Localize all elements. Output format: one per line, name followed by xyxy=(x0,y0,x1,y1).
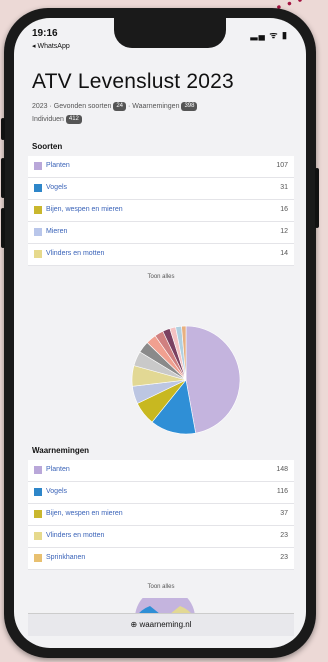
color-swatch xyxy=(34,184,42,192)
page-title: ATV Levenslust 2023 xyxy=(32,70,234,93)
list-item[interactable]: Vlinders en motten 14 xyxy=(28,244,294,266)
color-swatch xyxy=(34,228,42,236)
list-item-label: Mieren xyxy=(46,228,68,235)
pie-slice xyxy=(185,325,241,434)
color-swatch xyxy=(34,510,42,518)
phone-frame: 19:16 ▂▄ ᯤ ▮ ◂ WhatsApp ATV Levenslust 2… xyxy=(1,8,319,658)
list-item[interactable]: Planten 107 xyxy=(28,156,294,178)
list-item[interactable]: Vlinders en motten 23 xyxy=(28,526,294,548)
color-swatch xyxy=(34,532,42,540)
list-item-label: Vogels xyxy=(46,488,68,495)
list-item[interactable]: Vogels 116 xyxy=(28,482,294,504)
meta-text-3: Individuen xyxy=(32,116,64,123)
meta-text-1: 2023 · Gevonden soorten xyxy=(32,103,112,110)
volume-down-button xyxy=(1,208,5,248)
list-item-label: Bijen, wespen en mieren xyxy=(46,510,123,517)
meta-text-2: · Waarnemingen xyxy=(127,103,180,110)
list-item-count: 107 xyxy=(276,162,288,169)
address-text: ⊕ waarneming.nl xyxy=(130,620,192,629)
list-item-count: 37 xyxy=(280,510,288,517)
list-item[interactable]: Planten 148 xyxy=(28,460,294,482)
color-swatch xyxy=(34,162,42,170)
list-item-count: 16 xyxy=(280,206,288,213)
volume-up-button xyxy=(1,158,5,198)
browser-address-bar[interactable]: ⊕ waarneming.nl xyxy=(28,613,294,636)
individuals-count-badge: 412 xyxy=(65,114,82,124)
list-item-count: 31 xyxy=(280,184,288,191)
status-time: 19:16 xyxy=(32,28,58,39)
list-item-count: 148 xyxy=(276,466,288,473)
status-icons: ▂▄ ᯤ ▮ xyxy=(250,30,288,40)
list-item[interactable]: Sprinkhanen 23 xyxy=(28,548,294,570)
back-to-app-link[interactable]: ◂ WhatsApp xyxy=(32,42,70,50)
list-item[interactable]: Mieren 12 xyxy=(28,222,294,244)
list-item-count: 12 xyxy=(280,228,288,235)
page-meta: 2023 · Gevonden soorten 24 · Waarneminge… xyxy=(32,100,292,126)
color-swatch xyxy=(34,466,42,474)
species-count-badge: 24 xyxy=(113,101,127,111)
list-item-label: Vlinders en motten xyxy=(46,250,105,257)
list-item-count: 116 xyxy=(276,488,288,495)
list-item-label: Bijen, wespen en mieren xyxy=(46,206,123,213)
observations-count-badge: 398 xyxy=(181,101,198,111)
list-item-count: 23 xyxy=(280,532,288,539)
observations-section-title: Waarnemingen xyxy=(32,446,90,455)
list-item-label: Planten xyxy=(46,466,70,473)
list-item-count: 23 xyxy=(280,554,288,561)
show-all-species-button[interactable]: Toon alles xyxy=(28,274,294,280)
status-bar: 19:16 ▂▄ ᯤ ▮ xyxy=(32,28,288,42)
list-item-count: 14 xyxy=(280,250,288,257)
list-item-label: Vlinders en motten xyxy=(46,532,105,539)
color-swatch xyxy=(34,554,42,562)
color-swatch xyxy=(34,250,42,258)
species-list: Planten 107 Vogels 31 Bijen, wespen en m… xyxy=(28,156,294,266)
list-item[interactable]: Vogels 31 xyxy=(28,178,294,200)
mute-switch xyxy=(1,118,5,140)
list-item-label: Planten xyxy=(46,162,70,169)
list-item-label: Vogels xyxy=(46,184,68,191)
list-item[interactable]: Bijen, wespen en mieren 16 xyxy=(28,200,294,222)
species-pie-chart xyxy=(131,325,241,435)
species-section-title: Soorten xyxy=(32,142,63,151)
observations-list: Planten 148 Vogels 116 Bijen, wespen en … xyxy=(28,460,294,570)
phone-screen: 19:16 ▂▄ ᯤ ▮ ◂ WhatsApp ATV Levenslust 2… xyxy=(14,18,306,648)
list-item-label: Sprinkhanen xyxy=(46,554,86,561)
color-swatch xyxy=(34,206,42,214)
show-all-observations-button[interactable]: Toon alles xyxy=(28,584,294,590)
list-item[interactable]: Bijen, wespen en mieren 37 xyxy=(28,504,294,526)
power-button xyxy=(315,168,319,228)
color-swatch xyxy=(34,488,42,496)
